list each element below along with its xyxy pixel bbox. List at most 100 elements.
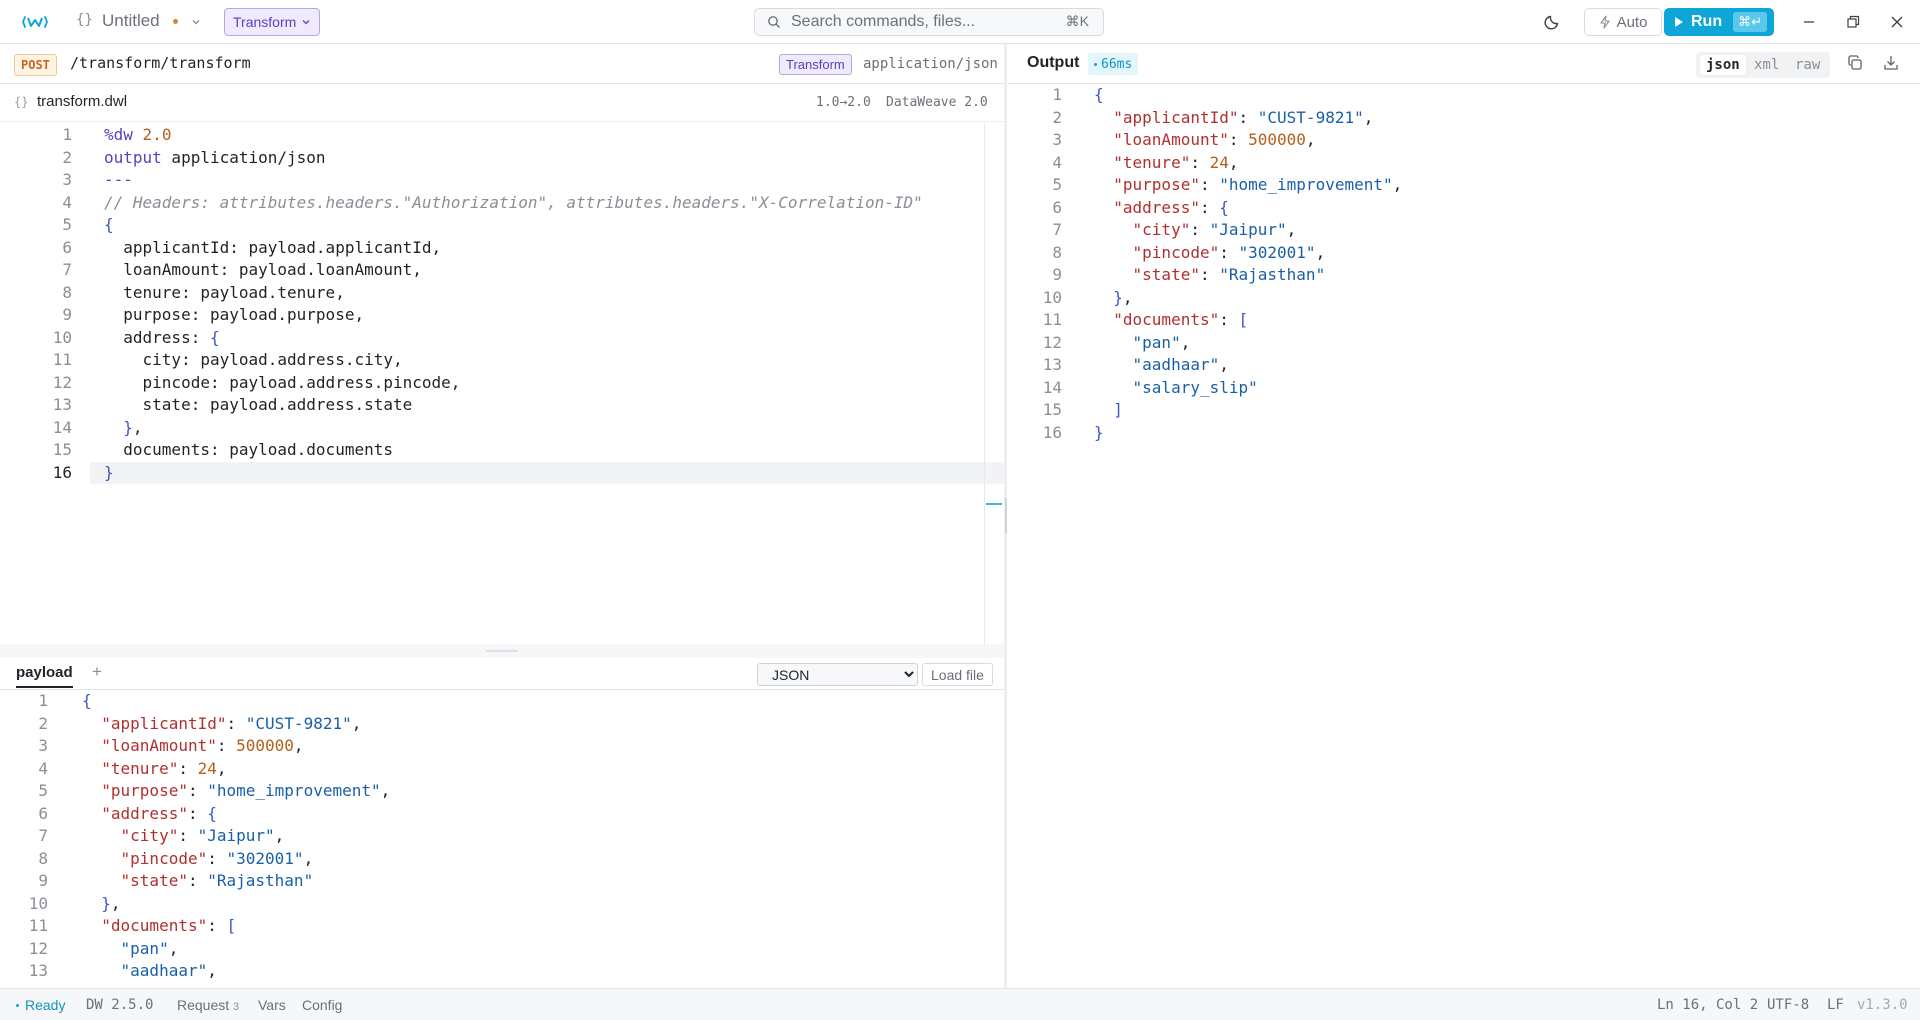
line-number: 10 [1042, 287, 1062, 307]
line-number: 14 [1042, 377, 1062, 397]
minimize-icon[interactable] [1799, 12, 1819, 32]
copy-icon[interactable] [1846, 54, 1864, 72]
code-line: "loanAmount": 500000, [101, 736, 304, 755]
auto-run-toggle[interactable]: Auto [1584, 8, 1662, 36]
close-icon[interactable] [1887, 12, 1907, 32]
code-line: "state": "Rajasthan" [120, 871, 314, 890]
line-number: 11 [1042, 310, 1062, 329]
line-number: 2 [62, 147, 72, 167]
editor-scroll-marker [986, 503, 1002, 505]
command-search[interactable]: ⌘K [754, 8, 1104, 36]
mode-label: Transform [233, 14, 297, 30]
search-input[interactable] [791, 12, 1041, 32]
moon-icon[interactable] [1543, 11, 1563, 31]
input-format-select[interactable]: JSON [757, 663, 918, 686]
request-path[interactable]: /transform/transform [70, 54, 251, 72]
format-json[interactable]: json [1700, 55, 1746, 75]
payload-editor[interactable]: 1 {2 "applicantId": "CUST-9821", 3 "loanAm… [0, 690, 1004, 986]
script-language: DataWeave 2.0 [886, 95, 988, 110]
run-shortcut: ⌘↵ [1733, 12, 1768, 32]
script-pane: POST /transform/transform Transform appl… [0, 44, 1004, 988]
line-number: 4 [38, 758, 48, 778]
execution-time: 66ms [1101, 56, 1133, 72]
request-panel-button[interactable]: Request 3 [177, 997, 239, 1013]
code-line: "salary_slip" [1132, 377, 1258, 397]
code-line: }, [101, 893, 121, 913]
script-file-name[interactable]: transform.dwl [37, 93, 127, 110]
tab-payload[interactable]: payload [16, 664, 73, 688]
splitter-handle[interactable] [486, 650, 518, 652]
document-title[interactable]: Untitled [102, 11, 160, 31]
mode-selector[interactable]: Transform [224, 8, 321, 36]
config-panel-button[interactable]: Config [302, 997, 342, 1013]
line-number: 1 [38, 691, 48, 710]
format-xml[interactable]: xml [1748, 55, 1785, 75]
code-line: documents: payload.documents [104, 440, 393, 459]
code-line: "city": "Jaipur", [120, 826, 285, 845]
code-line: }, [123, 417, 143, 437]
code-line: "salary_slip" [82, 983, 246, 987]
script-editor[interactable]: 1 %dw 2.0 2 output application/json 3 --- 4 // … [0, 124, 1004, 644]
add-input-button[interactable]: + [92, 662, 102, 682]
code-line: state: payload.address.state [104, 395, 413, 414]
line-number: 3 [38, 736, 48, 755]
status-dot [16, 1003, 19, 1007]
restore-icon[interactable] [1843, 12, 1863, 32]
code-line: "documents": [ [1113, 310, 1249, 329]
code-line: output application/json [104, 147, 326, 167]
app-version: v1.3.0 [1857, 997, 1908, 1013]
line-number: 8 [38, 848, 48, 868]
line-number: 12 [52, 372, 72, 392]
line-number: 12 [28, 938, 48, 958]
file-icon: {} [14, 95, 29, 109]
editor-scrollbar[interactable] [984, 124, 985, 644]
pane-divider-handle[interactable] [1005, 498, 1007, 534]
script-file-bar: {} transform.dwl 1.0→2.0 DataWeave 2.0 [0, 84, 1004, 122]
vars-panel-button[interactable]: Vars [258, 997, 286, 1013]
app-logo[interactable] [22, 12, 48, 32]
format-raw[interactable]: raw [1789, 55, 1826, 75]
code-line: "aadhaar", [1132, 355, 1229, 374]
code-line: "documents": [ [101, 916, 237, 935]
cursor-position[interactable]: Ln 16, Col 2 [1657, 997, 1758, 1013]
line-number: 16 [52, 462, 72, 482]
current-line-highlight [90, 461, 1004, 484]
output-title: Output [1027, 54, 1080, 71]
file-encoding[interactable]: UTF-8 [1767, 997, 1809, 1013]
load-file-button[interactable]: Load file [922, 663, 993, 686]
code-line: "city": "Jaipur", [1132, 220, 1297, 239]
status-bar: Ready DW 2.5.0 Request 3 Vars Config Ln … [0, 988, 1920, 1020]
play-icon [1675, 17, 1683, 27]
line-number: 15 [1042, 400, 1062, 419]
code-line: "tenure": 24, [1113, 152, 1239, 172]
line-ending[interactable]: LF [1827, 997, 1844, 1013]
output-viewer[interactable]: 1 {2 "applicantId": "CUST-9821", 3 "loanAm… [1008, 84, 1920, 984]
line-number: 4 [62, 192, 72, 212]
line-number: 6 [38, 803, 48, 823]
code-line: loanAmount: payload.loanAmount, [104, 260, 422, 279]
vertical-splitter[interactable] [0, 644, 1004, 658]
script-version: 1.0→2.0 [816, 95, 871, 110]
download-icon[interactable] [1882, 54, 1900, 72]
chevron-down-icon[interactable] [190, 16, 202, 28]
status-dot [1094, 62, 1097, 66]
title-bar: {} Untitled Transform ⌘K Auto Run ⌘↵ [0, 0, 1920, 44]
status-ready-label: Ready [25, 997, 66, 1013]
request-count: 3 [233, 1001, 240, 1013]
line-number: 9 [62, 305, 72, 324]
search-shortcut: ⌘K [1065, 13, 1089, 29]
code-line: "pincode": "302001", [1132, 242, 1326, 262]
run-button[interactable]: Run ⌘↵ [1664, 8, 1774, 36]
output-bar: Output 66ms json xml raw [1008, 44, 1920, 84]
code-line: applicantId: payload.applicantId, [104, 237, 442, 257]
line-number: 6 [62, 237, 72, 257]
code-line: "address": { [101, 803, 217, 823]
code-line: "aadhaar", [120, 961, 217, 980]
request-kind-badge: Transform [779, 54, 852, 75]
line-number: 16 [1042, 422, 1062, 442]
line-number: 2 [38, 713, 48, 733]
code-line: "state": "Rajasthan" [1132, 265, 1326, 284]
line-number: 5 [38, 781, 48, 800]
request-bar: POST /transform/transform Transform appl… [0, 44, 1004, 84]
output-pane: Output 66ms json xml raw 1 {2 "applicantI… [1008, 44, 1920, 988]
